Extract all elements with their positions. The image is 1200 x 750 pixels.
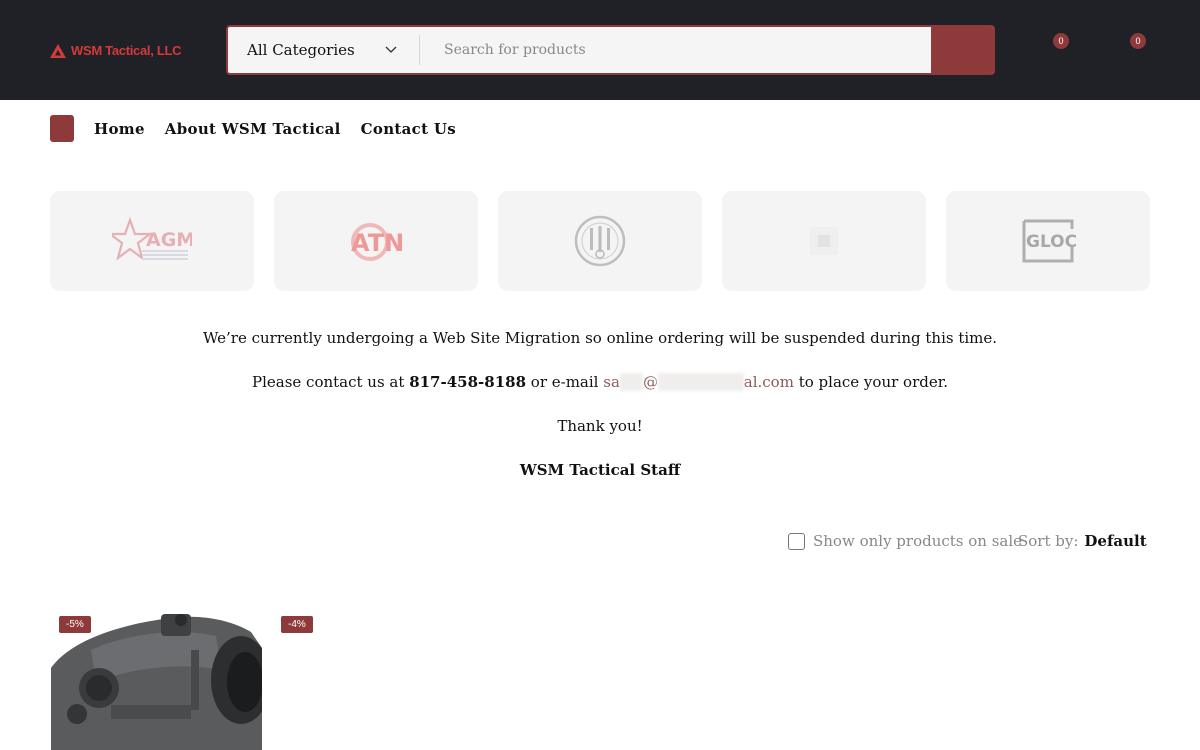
brand-tile-atn[interactable]: ATN <box>274 191 478 291</box>
brand-tile-agm[interactable]: AGM <box>50 191 254 291</box>
nav-link-about[interactable]: About WSM Tactical <box>165 120 341 138</box>
product-card[interactable]: -4% <box>273 610 484 750</box>
site-header: WSM Tactical, LLC All Categories 0 0 <box>0 0 1200 100</box>
search-input[interactable] <box>420 27 931 73</box>
chevron-down-icon <box>385 46 397 53</box>
brand-tile-unlabeled[interactable] <box>722 191 926 291</box>
contact-text-before: Please contact us at <box>251 373 405 391</box>
sort-control[interactable]: Sort by: Default <box>1018 532 1147 550</box>
main-navigation: Home About WSM Tactical Contact Us <box>50 115 476 142</box>
category-select[interactable]: All Categories <box>228 35 420 65</box>
brand-tile-glock[interactable]: GLOCK <box>946 191 1150 291</box>
contact-email-link[interactable]: sasss@wsmtacticcal.com <box>603 373 794 391</box>
contact-notice: Please contact us at 817-458-8188 or e-m… <box>0 373 1200 391</box>
product-search-bar: All Categories <box>226 25 995 75</box>
sort-value[interactable]: Default <box>1084 532 1146 550</box>
brand-logo-placeholder <box>810 227 838 255</box>
email-redacted-domain: wsmtacticc <box>658 373 744 391</box>
sale-filter-checkbox[interactable] <box>788 532 805 550</box>
nav-link-home[interactable]: Home <box>94 120 145 138</box>
svg-text:ATN: ATN <box>351 229 404 257</box>
brand-tile-beretta[interactable] <box>498 191 702 291</box>
beretta-logo <box>574 215 626 267</box>
atn-logo: ATN <box>351 223 404 261</box>
email-end: al.com <box>743 373 794 391</box>
discount-badge: -4% <box>281 616 313 633</box>
nav-link-contact[interactable]: Contact Us <box>361 120 456 138</box>
cart-count-badge: 0 <box>1130 33 1146 49</box>
sale-filter-label: Show only products on sale <box>813 532 1023 550</box>
discount-badge: -5% <box>59 616 91 633</box>
staff-signature: WSM Tactical Staff <box>519 461 681 479</box>
site-logo[interactable]: WSM Tactical, LLC <box>50 43 182 58</box>
wishlist-count-badge: 0 <box>1053 33 1069 49</box>
category-select-label: All Categories <box>247 41 355 59</box>
thanks-text: Thank you! <box>557 417 643 435</box>
brand-carousel: AGM ATN GLOCK <box>50 191 1150 291</box>
logo-text: WSM Tactical, LLC <box>71 43 182 58</box>
svg-text:AGM: AGM <box>146 229 192 251</box>
sort-label: Sort by: <box>1018 532 1079 550</box>
search-button[interactable] <box>931 27 993 73</box>
email-redacted-part: sss <box>619 373 643 391</box>
agm-logo: AGM <box>112 216 192 261</box>
contact-text-mid: or e-mail <box>530 373 599 391</box>
contact-text-after: to place your order. <box>798 373 949 391</box>
glock-logo: GLOCK <box>1022 219 1078 263</box>
migration-notice: We’re currently undergoing a Web Site Mi… <box>202 329 998 347</box>
contact-phone[interactable]: 817-458-8188 <box>409 373 526 391</box>
product-card[interactable]: -5% <box>51 610 271 750</box>
email-start: sa <box>603 373 620 391</box>
svg-text:GLOCK: GLOCK <box>1026 232 1078 252</box>
menu-toggle-button[interactable] <box>50 115 74 142</box>
sale-filter[interactable]: Show only products on sale <box>788 532 1022 550</box>
logo-triangle-icon <box>50 43 66 58</box>
email-at: @ <box>643 373 658 391</box>
